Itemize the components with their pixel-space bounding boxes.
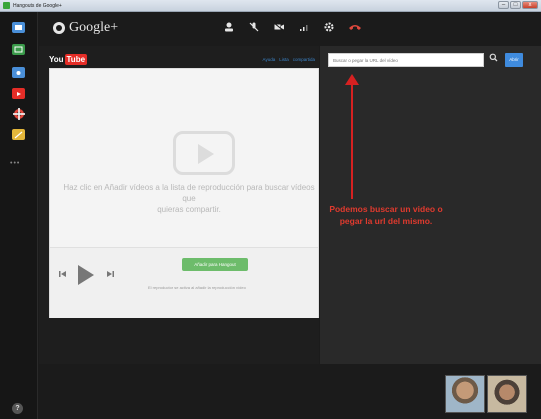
hang-up-icon[interactable] <box>348 21 361 33</box>
video-search-input[interactable] <box>328 53 484 67</box>
google-plus-logo: Google+ <box>53 20 118 36</box>
chat-icon[interactable] <box>12 22 25 33</box>
brand-name: Google+ <box>69 20 119 35</box>
maximize-button[interactable]: □ <box>510 1 521 9</box>
youtube-logo-tube: Tube <box>64 54 88 65</box>
window-titlebar: Hangouts de Google+ – □ x <box>0 0 541 12</box>
youtube-logo: You Tube <box>49 54 88 65</box>
settings-gear-icon[interactable] <box>323 21 335 33</box>
youtube-app-icon[interactable] <box>12 88 25 99</box>
app-rail: ••• ? <box>0 12 38 419</box>
play-icon[interactable] <box>78 265 94 285</box>
hangouts-app-icon <box>3 2 10 9</box>
participant-thumbnail-2[interactable] <box>487 375 527 413</box>
help-link[interactable]: Ayuda <box>263 57 276 62</box>
next-track-icon[interactable] <box>106 270 115 280</box>
search-icon[interactable] <box>486 53 500 67</box>
invite-people-icon[interactable] <box>223 21 235 33</box>
help-icon[interactable]: ? <box>12 403 23 414</box>
youtube-header-links: Ayuda Lista compartida <box>263 57 315 62</box>
youtube-header: You Tube Ayuda Lista compartida <box>39 52 319 68</box>
annotation-text: Podemos buscar un video o pegar la url d… <box>329 204 443 226</box>
shared-link[interactable]: compartida <box>293 57 315 62</box>
bandwidth-icon[interactable] <box>298 21 310 33</box>
youtube-video-area: Haz clic en Añadir vídeos a la lista de … <box>49 68 319 318</box>
list-link[interactable]: Lista <box>279 57 289 62</box>
window-title: Hangouts de Google+ <box>13 2 62 9</box>
minimize-button[interactable]: – <box>498 1 509 9</box>
mute-microphone-icon[interactable] <box>248 21 260 33</box>
more-apps-button[interactable]: ••• <box>10 160 20 167</box>
hangout-topbar: Google+ <box>39 12 541 46</box>
window-controls: – □ x <box>498 1 538 9</box>
participant-thumbnail-1[interactable] <box>445 375 485 413</box>
call-controls <box>223 21 361 33</box>
annotation-arrow-line <box>351 79 353 199</box>
camera-off-icon[interactable] <box>273 21 285 33</box>
add-videos-button[interactable]: Añadir para Hangout <box>182 258 248 271</box>
hangouts-logo-icon <box>53 22 65 34</box>
youtube-logo-you: You <box>49 55 64 64</box>
empty-playlist-message: Haz clic en Añadir vídeos a la lista de … <box>63 183 315 214</box>
sketchpad-icon[interactable] <box>12 129 25 140</box>
youtube-panel: You Tube Ayuda Lista compartida Haz clic… <box>39 46 319 364</box>
close-window-button[interactable]: x <box>522 1 538 9</box>
player-note: El reproductor se activa al añadir la re… <box>148 285 246 290</box>
open-button[interactable]: Abrir <box>505 53 523 67</box>
player-controls-bar: Añadir para Hangout El reproductor se ac… <box>50 247 318 318</box>
capture-icon[interactable] <box>12 67 25 78</box>
lifebuoy-icon[interactable] <box>12 107 25 120</box>
video-placeholder-play-icon <box>173 131 235 175</box>
screenshare-icon[interactable] <box>12 44 25 55</box>
previous-track-icon[interactable] <box>58 270 67 280</box>
